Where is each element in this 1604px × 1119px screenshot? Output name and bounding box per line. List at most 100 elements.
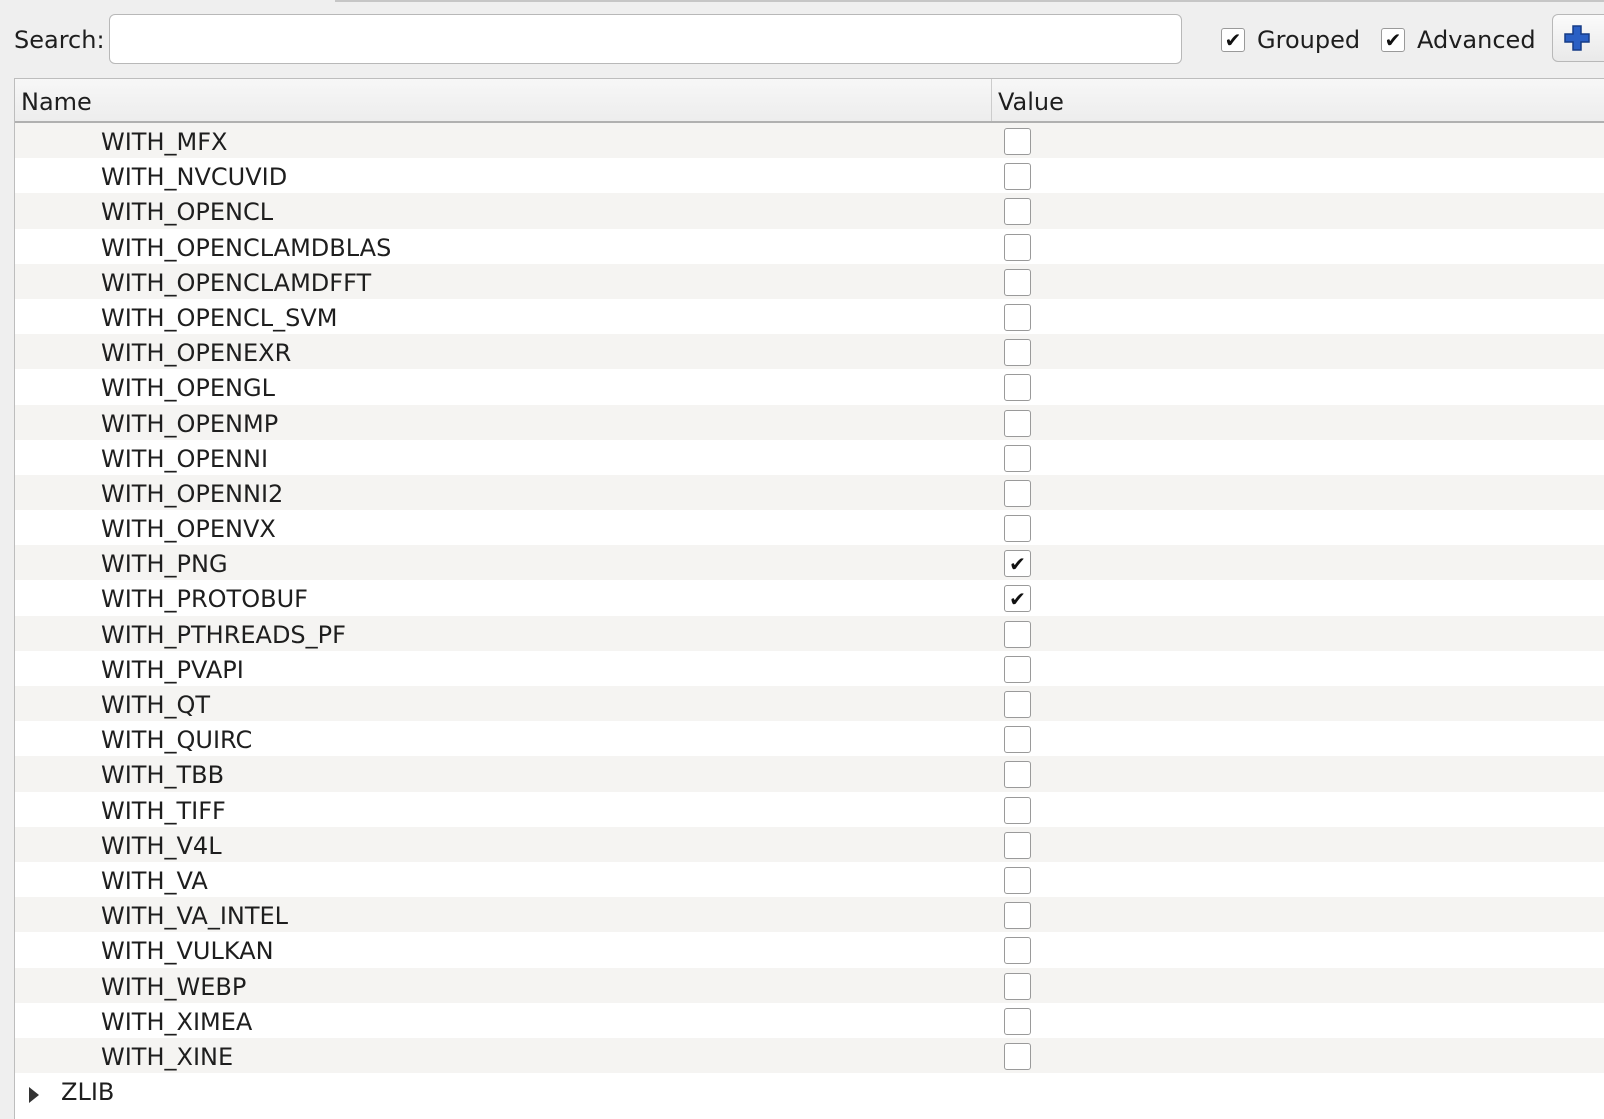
unchecked-checkbox-icon[interactable] [1004, 409, 1031, 437]
checked-checkbox-icon[interactable]: ✔ [1004, 585, 1031, 613]
table-row[interactable]: WITH_OPENCLAMDFFT [15, 263, 1604, 299]
table-row[interactable]: WITH_OPENGL [15, 369, 1604, 404]
unchecked-checkbox-icon[interactable] [1004, 620, 1031, 648]
row-value-checkbox[interactable] [1004, 1042, 1031, 1070]
row-name: WITH_XIMEA [101, 1007, 253, 1036]
row-value-checkbox[interactable] [1004, 128, 1031, 155]
table-row[interactable]: WITH_MFX [15, 123, 1604, 159]
row-value-checkbox[interactable] [1004, 831, 1031, 859]
table-row[interactable]: WITH_VULKAN [15, 932, 1604, 967]
row-value-checkbox[interactable] [1004, 972, 1031, 1000]
unchecked-checkbox-icon[interactable] [1004, 444, 1031, 472]
table-row[interactable]: WITH_OPENCLAMDBLAS [15, 229, 1604, 264]
row-value-checkbox[interactable] [1004, 796, 1031, 824]
unchecked-checkbox-icon[interactable] [1004, 163, 1031, 191]
row-value-checkbox[interactable] [1004, 620, 1031, 648]
table-row[interactable]: WITH_XIMEA [15, 1003, 1604, 1038]
group-row-zlib[interactable]: ZLIB [15, 1073, 1604, 1108]
table-row[interactable]: WITH_PTHREADS_PF [15, 615, 1604, 651]
unchecked-checkbox-icon[interactable] [1004, 761, 1031, 789]
unchecked-checkbox-icon[interactable] [1004, 831, 1031, 859]
table-row[interactable]: WITH_V4L [15, 826, 1604, 862]
row-value-checkbox[interactable] [1004, 655, 1031, 683]
unchecked-checkbox-icon[interactable] [1004, 691, 1031, 718]
table-row[interactable]: WITH_TBB [15, 756, 1604, 792]
row-value-checkbox[interactable] [1004, 937, 1031, 965]
unchecked-checkbox-icon[interactable] [1004, 303, 1031, 331]
row-value-checkbox[interactable]: ✔ [1004, 550, 1031, 578]
table-row[interactable]: WITH_WEBP [15, 967, 1604, 1003]
row-value-checkbox[interactable] [1004, 691, 1031, 718]
row-name: WITH_WEBP [101, 972, 247, 1001]
table-row[interactable]: WITH_OPENCL [15, 193, 1604, 229]
table-row[interactable]: WITH_OPENNI [15, 440, 1604, 475]
row-name: WITH_PTHREADS_PF [101, 620, 346, 649]
grouped-checkbox[interactable]: ✔ Grouped [1221, 26, 1360, 54]
row-value-checkbox[interactable] [1004, 409, 1031, 437]
unchecked-checkbox-icon[interactable] [1004, 655, 1031, 683]
expand-arrow-icon[interactable] [29, 1087, 39, 1104]
row-name: WITH_OPENCLAMDBLAS [101, 233, 392, 262]
row-value-checkbox[interactable] [1004, 866, 1031, 894]
row-value-checkbox[interactable] [1004, 374, 1031, 402]
unchecked-checkbox-icon[interactable] [1004, 1042, 1031, 1070]
unchecked-checkbox-icon[interactable] [1004, 515, 1031, 543]
unchecked-checkbox-icon[interactable] [1004, 1007, 1031, 1035]
table-row[interactable]: WITH_PVAPI [15, 651, 1604, 686]
row-value-checkbox[interactable] [1004, 163, 1031, 191]
checked-checkbox-icon[interactable]: ✔ [1004, 550, 1031, 578]
advanced-checkbox[interactable]: ✔ Advanced [1381, 26, 1536, 54]
row-value-checkbox[interactable] [1004, 1007, 1031, 1035]
unchecked-checkbox-icon[interactable] [1004, 198, 1031, 226]
table-row[interactable]: WITH_XINE [15, 1037, 1604, 1074]
unchecked-checkbox-icon[interactable] [1004, 268, 1031, 296]
row-value-checkbox[interactable] [1004, 303, 1031, 331]
table-row[interactable]: WITH_OPENVX [15, 510, 1604, 545]
row-value-checkbox[interactable] [1004, 233, 1031, 261]
table-row[interactable]: WITH_OPENMP [15, 404, 1604, 440]
row-name: WITH_OPENCL [101, 198, 274, 227]
column-header-name[interactable]: Name [15, 79, 992, 121]
unchecked-checkbox-icon[interactable] [1004, 972, 1031, 1000]
table-row[interactable]: WITH_QT [15, 686, 1604, 722]
row-value-checkbox[interactable] [1004, 479, 1031, 507]
table-row[interactable]: WITH_NVCUVID [15, 158, 1604, 193]
table-row[interactable]: WITH_VA_INTEL [15, 897, 1604, 933]
row-value-checkbox[interactable] [1004, 339, 1031, 367]
table-row[interactable]: WITH_TIFF [15, 792, 1604, 827]
table-row[interactable]: WITH_QUIRC [15, 721, 1604, 756]
unchecked-checkbox-icon[interactable] [1004, 866, 1031, 894]
row-value-checkbox[interactable]: ✔ [1004, 585, 1031, 613]
table-row[interactable]: WITH_PNG ✔ [15, 545, 1604, 581]
column-header-value[interactable]: Value [992, 79, 1604, 121]
unchecked-checkbox-icon[interactable] [1004, 374, 1031, 402]
row-value-checkbox[interactable] [1004, 444, 1031, 472]
row-name: WITH_VA_INTEL [101, 902, 289, 931]
row-name: WITH_OPENCL_SVM [101, 303, 338, 332]
row-value-checkbox[interactable] [1004, 268, 1031, 296]
row-name: WITH_OPENVX [101, 515, 276, 544]
table-row[interactable]: WITH_OPENNI2 [15, 474, 1604, 511]
search-input[interactable] [109, 14, 1182, 64]
grouped-label: Grouped [1257, 26, 1361, 54]
table-row[interactable]: WITH_OPENCL_SVM [15, 299, 1604, 334]
row-value-checkbox[interactable] [1004, 902, 1031, 930]
advanced-check-icon[interactable]: ✔ [1381, 28, 1405, 52]
table-row[interactable]: WITH_PROTOBUF ✔ [15, 580, 1604, 615]
row-value-checkbox[interactable] [1004, 726, 1031, 754]
add-entry-button[interactable] [1552, 14, 1604, 62]
unchecked-checkbox-icon[interactable] [1004, 233, 1031, 261]
row-value-checkbox[interactable] [1004, 198, 1031, 226]
table-row[interactable]: WITH_OPENEXR [15, 334, 1604, 370]
unchecked-checkbox-icon[interactable] [1004, 796, 1031, 824]
grouped-check-icon[interactable]: ✔ [1221, 28, 1245, 52]
table-row[interactable]: WITH_VA [15, 862, 1604, 897]
row-value-checkbox[interactable] [1004, 515, 1031, 543]
unchecked-checkbox-icon[interactable] [1004, 726, 1031, 754]
unchecked-checkbox-icon[interactable] [1004, 937, 1031, 965]
unchecked-checkbox-icon[interactable] [1004, 479, 1031, 507]
row-value-checkbox[interactable] [1004, 761, 1031, 789]
unchecked-checkbox-icon[interactable] [1004, 902, 1031, 930]
unchecked-checkbox-icon[interactable] [1004, 128, 1031, 155]
unchecked-checkbox-icon[interactable] [1004, 339, 1031, 367]
